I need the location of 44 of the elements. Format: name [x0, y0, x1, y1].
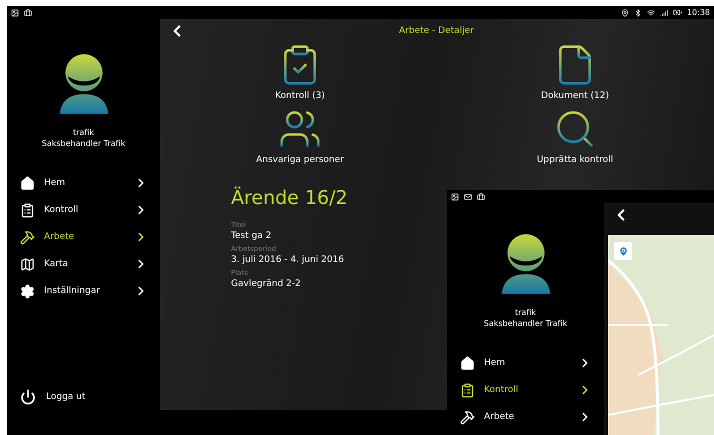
user-name: trafik — [73, 128, 94, 137]
signal-icon — [660, 8, 668, 16]
power-icon — [20, 389, 36, 405]
wifi-icon — [646, 8, 655, 16]
tile-button[interactable]: Ansvariga personer — [200, 107, 400, 165]
case-title: Ärende 16/2 — [231, 187, 348, 209]
logout-button[interactable]: Logga ut — [7, 389, 160, 405]
page-title: Arbete - Detaljer — [399, 26, 474, 36]
battery-icon — [672, 8, 682, 17]
menu-item[interactable]: Kontroll — [7, 196, 160, 224]
field-value: Gavlegränd 2-2 — [231, 279, 301, 289]
hammer-icon — [20, 230, 35, 245]
menu-item[interactable]: Arbete — [447, 404, 604, 431]
location-icon — [620, 8, 629, 16]
field-value: 3. juli 2016 - 4. juni 2016 — [231, 255, 344, 265]
user-role: Saksbehandler Trafik — [484, 318, 568, 328]
hammer-icon — [460, 410, 475, 425]
location-button[interactable] — [614, 242, 632, 260]
clock-time: 10:38 — [686, 8, 710, 17]
menu-item[interactable]: Hem — [447, 350, 604, 377]
tile-button[interactable]: Dokument (12) — [475, 43, 675, 101]
menu-item[interactable]: Arbete — [7, 224, 160, 251]
settings-icon — [20, 284, 35, 299]
image-icon — [451, 192, 459, 200]
menu-item[interactable]: Inställningar — [7, 278, 160, 305]
image-icon — [11, 8, 19, 16]
home-icon — [460, 356, 475, 371]
field-value: Test ga 2 — [231, 231, 272, 241]
briefcase-icon — [24, 8, 32, 16]
tile-button[interactable]: Upprätta kontroll — [475, 107, 675, 165]
map-icon — [20, 256, 35, 272]
clipboard-icon — [20, 202, 35, 218]
mail-icon — [464, 192, 472, 200]
menu-item[interactable]: Karta — [7, 250, 160, 278]
briefcase-icon — [477, 192, 485, 200]
clipboard-icon — [460, 382, 475, 398]
menu-item[interactable]: Kontroll — [447, 376, 604, 404]
user-name: trafik — [515, 308, 536, 317]
bluetooth-icon — [634, 8, 642, 16]
user-role: Saksbehandler Trafik — [42, 138, 126, 148]
menu-item[interactable]: Hem — [7, 170, 160, 197]
tile-button[interactable]: Kontroll (3) — [200, 43, 400, 101]
home-icon — [20, 176, 35, 191]
location-pin-icon — [618, 246, 628, 256]
